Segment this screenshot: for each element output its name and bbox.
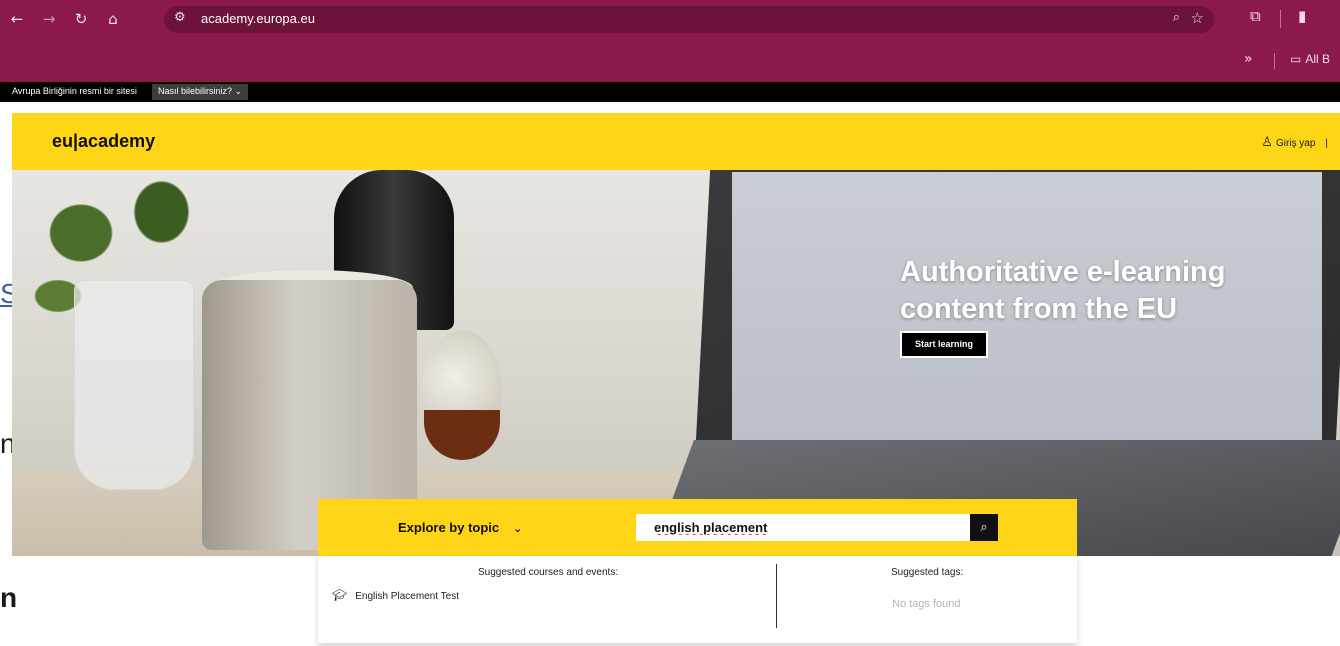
home-icon[interactable]: ⌂ [102,8,124,30]
search-button[interactable]: ⌕ [970,514,998,541]
back-icon[interactable]: ← [6,8,28,30]
hero-vase [74,280,194,490]
explore-label: Explore by topic [398,520,500,535]
suggested-tags-title: Suggested tags: [891,567,964,578]
login-link[interactable]: ♙ Giriş yap | [1261,135,1328,150]
login-label: Giriş yap [1275,138,1316,149]
bookmarks-bar: » ▭ All B [0,48,1340,74]
forward-icon[interactable]: → [38,8,60,30]
search-input[interactable] [636,514,970,541]
suggestions-divider [776,564,777,628]
search-icon: ⌕ [980,520,988,535]
no-tags-text: No tags found [892,598,961,610]
graduation-cap-icon: 🎓︎ [332,588,348,602]
address-bar[interactable]: ⚙ academy.europa.eu ⌕ ☆ [164,6,1214,33]
all-bookmarks-label: All B [1305,52,1331,66]
url-text[interactable]: academy.europa.eu [201,11,315,26]
bookmarks-overflow-button[interactable]: » [1244,51,1253,67]
start-learning-button[interactable]: Start learning [900,331,988,358]
search-band: Explore by topic ⌄ ⌕ [318,499,1077,556]
how-to-know-button[interactable]: Nasıl bilebilirsiniz? ⌄ [152,84,249,100]
suggestion-item-label: English Placement Test [355,591,459,602]
search-suggestions-panel: Suggested courses and events: 🎓︎ English … [318,556,1077,643]
chevron-down-icon: ⌄ [234,87,243,97]
hero-title: Authoritative e-learning content from th… [900,256,1226,325]
site-settings-icon[interactable]: ⚙ [174,10,186,25]
folder-icon: ▭ [1290,52,1302,66]
zoom-icon[interactable]: ⌕ [1173,10,1180,25]
hero-bulb-liquid [424,410,500,460]
eu-official-text: Avrupa Birliğinin resmi bir sitesi [12,86,137,96]
suggested-courses-title: Suggested courses and events: [478,567,619,578]
all-bookmarks-button[interactable]: ▭ All B [1290,52,1330,66]
how-to-know-label: Nasıl bilebilirsiniz? [158,86,233,96]
user-icon: ♙ [1261,135,1273,150]
header-separator: | [1325,138,1328,149]
explore-by-topic-dropdown[interactable]: Explore by topic ⌄ [398,520,522,535]
bookmarks-divider [1274,53,1275,69]
eu-official-banner: Avrupa Birliğinin resmi bir sitesi Nasıl… [0,82,1340,102]
extensions-icon[interactable]: ⧉ [1250,7,1261,25]
browser-toolbar: ← → ↻ ⌂ ⚙ academy.europa.eu ⌕ ☆ ⧉ ▮ » ▭ A… [0,0,1340,82]
background-fragment-3: n [0,582,18,613]
suggestion-item[interactable]: 🎓︎ English Placement Test [332,588,459,602]
side-panel-icon[interactable]: ▮ [1298,7,1306,25]
chevron-down-icon: ⌄ [513,522,523,535]
eu-academy-logo[interactable]: eu|academy [52,131,155,152]
toolbar-divider [1280,10,1281,28]
reload-icon[interactable]: ↻ [70,8,92,30]
site-header: eu|academy ♙ Giriş yap | [12,113,1340,170]
bookmark-star-icon[interactable]: ☆ [1191,9,1204,27]
